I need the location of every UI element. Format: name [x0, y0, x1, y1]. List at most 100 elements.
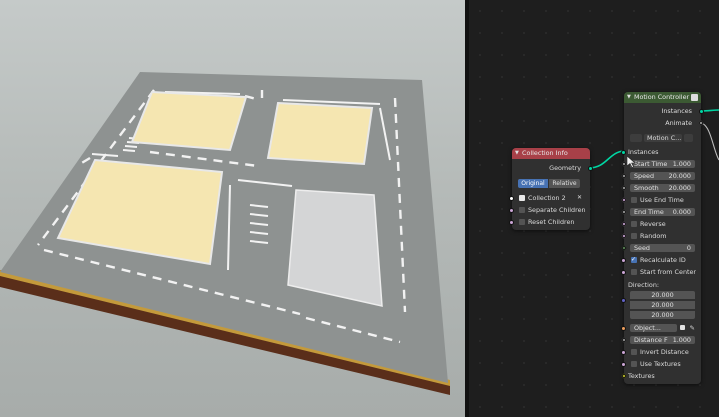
node-tree-icon[interactable]: [630, 134, 642, 142]
node-title: Motion Controller: [634, 93, 690, 101]
direction-x-row: 20.000: [624, 290, 701, 300]
geometry-output-label: Geometry: [549, 164, 581, 172]
direction-label-row: Direction:: [624, 280, 701, 290]
wire-geometry-to-instances: [588, 150, 626, 169]
instances-output-row: Instances: [624, 106, 704, 116]
direction-z-row: 20.000: [624, 310, 701, 320]
collection-info-header[interactable]: ▼ Collection Info: [512, 148, 590, 159]
start-from-center-label: Start from Center: [640, 268, 697, 276]
direction-y-row: 20.000: [621, 298, 701, 310]
distance-row: Distance F 1.000: [621, 335, 701, 345]
animate-output-row: Animate: [624, 118, 704, 128]
node-group-icon: [691, 94, 698, 101]
use-end-time-row: Use End Time: [621, 195, 701, 205]
start-from-center-checkbox[interactable]: [631, 269, 637, 275]
invert-distance-row: Invert Distance: [621, 347, 701, 357]
use-textures-row: Use Textures: [621, 359, 701, 369]
building-pad-top-left: [130, 90, 248, 152]
collapse-chevron-icon[interactable]: ▼: [627, 92, 631, 103]
node-group-dropdown[interactable]: Motion C...: [644, 134, 682, 142]
start-from-center-socket[interactable]: [621, 269, 626, 275]
separate-children-label: Separate Children: [528, 206, 586, 214]
eyedropper-icon[interactable]: ✎: [690, 323, 695, 333]
use-textures-socket[interactable]: [621, 361, 626, 367]
random-row: Random: [621, 231, 701, 241]
direction-socket[interactable]: [621, 298, 626, 303]
geometry-output-row: Geometry: [512, 163, 593, 173]
direction-y-value: 20.000: [651, 301, 674, 309]
collection-value[interactable]: Collection 2: [528, 193, 566, 203]
instances-output-label: Instances: [661, 107, 692, 115]
mode-relative-button[interactable]: Relative: [549, 179, 580, 188]
distance-label: Distance F: [634, 336, 668, 344]
mode-original-button[interactable]: Original: [518, 179, 548, 188]
mouse-cursor-icon: [627, 156, 636, 168]
instances-input-socket[interactable]: [621, 149, 626, 155]
node-editor[interactable]: ▼ Collection Info Geometry Original Rela…: [469, 0, 719, 417]
textures-row: Textures: [621, 371, 701, 381]
animate-output-label: Animate: [665, 119, 692, 127]
reverse-row: Reverse: [621, 219, 701, 229]
3d-viewport[interactable]: [0, 0, 465, 417]
separate-children-socket[interactable]: [509, 207, 514, 213]
clear-collection-icon[interactable]: ✕: [577, 193, 582, 203]
direction-z-value: 20.000: [651, 311, 674, 319]
start-from-center-row: Start from Center: [621, 267, 701, 277]
reset-children-checkbox[interactable]: [519, 219, 525, 225]
recalculate-id-socket[interactable]: [621, 257, 626, 263]
textures-label: Textures: [628, 372, 655, 380]
use-end-time-checkbox[interactable]: [631, 197, 637, 203]
reset-children-row: Reset Children: [509, 217, 590, 227]
building-pad-top-right: [266, 101, 374, 166]
seed-field[interactable]: Seed 0: [630, 244, 695, 252]
invert-distance-label: Invert Distance: [640, 348, 689, 356]
random-checkbox[interactable]: [631, 233, 637, 239]
collection-info-node[interactable]: ▼ Collection Info Geometry Original Rela…: [509, 148, 593, 230]
speed-value: 20.000: [668, 172, 691, 180]
recalculate-id-row: Recalculate ID: [621, 255, 701, 265]
fake-user-shield-icon[interactable]: [684, 134, 693, 142]
direction-z-field[interactable]: 20.000: [630, 311, 695, 319]
distance-field[interactable]: Distance F 1.000: [630, 336, 695, 344]
object-type-icon: [680, 325, 685, 330]
reset-children-label: Reset Children: [528, 218, 575, 226]
invert-distance-checkbox[interactable]: [631, 349, 637, 355]
smooth-label: Smooth: [634, 184, 659, 192]
collection-input-socket[interactable]: [509, 195, 514, 201]
smooth-row: Smooth 20.000: [621, 183, 701, 193]
speed-field[interactable]: Speed 20.000: [630, 172, 695, 180]
separate-children-checkbox[interactable]: [519, 207, 525, 213]
recalculate-id-checkbox[interactable]: [631, 255, 637, 265]
end-time-label: End Time: [634, 208, 664, 216]
object-label: Object...: [634, 324, 661, 332]
use-textures-checkbox[interactable]: [631, 361, 637, 367]
object-field[interactable]: Object...: [630, 324, 677, 332]
end-time-row: End Time 0.000: [621, 207, 701, 217]
reverse-checkbox[interactable]: [631, 221, 637, 227]
object-socket[interactable]: [621, 325, 626, 331]
reset-children-socket[interactable]: [509, 219, 514, 225]
instances-output-socket[interactable]: [699, 108, 704, 114]
object-row: Object... ✎: [621, 323, 701, 333]
node-title: Collection Info: [522, 149, 568, 157]
smooth-field[interactable]: Smooth 20.000: [630, 184, 695, 192]
end-time-value: 0.000: [672, 208, 691, 216]
use-end-time-label: Use End Time: [640, 196, 684, 204]
end-time-field[interactable]: End Time 0.000: [630, 208, 695, 216]
city-block-scene: [0, 72, 450, 395]
invert-distance-socket[interactable]: [621, 349, 626, 355]
direction-y-field[interactable]: 20.000: [630, 301, 695, 309]
seed-row: Seed 0: [621, 243, 701, 253]
smooth-value: 20.000: [668, 184, 691, 192]
wire-animate-out: [700, 122, 719, 161]
collapse-chevron-icon[interactable]: ▼: [515, 148, 519, 159]
collection-icon: [519, 195, 525, 201]
direction-x-field[interactable]: 20.000: [630, 291, 695, 299]
seed-label: Seed: [634, 244, 650, 252]
reverse-label: Reverse: [640, 220, 666, 228]
motion-controller-node[interactable]: ▼ Motion Controller Instances Animate Mo…: [621, 92, 704, 384]
motion-controller-header[interactable]: ▼ Motion Controller: [624, 92, 701, 103]
use-textures-label: Use Textures: [640, 360, 681, 368]
geometry-output-socket[interactable]: [588, 165, 593, 171]
start-time-field[interactable]: Start Time 1.000: [630, 160, 695, 168]
